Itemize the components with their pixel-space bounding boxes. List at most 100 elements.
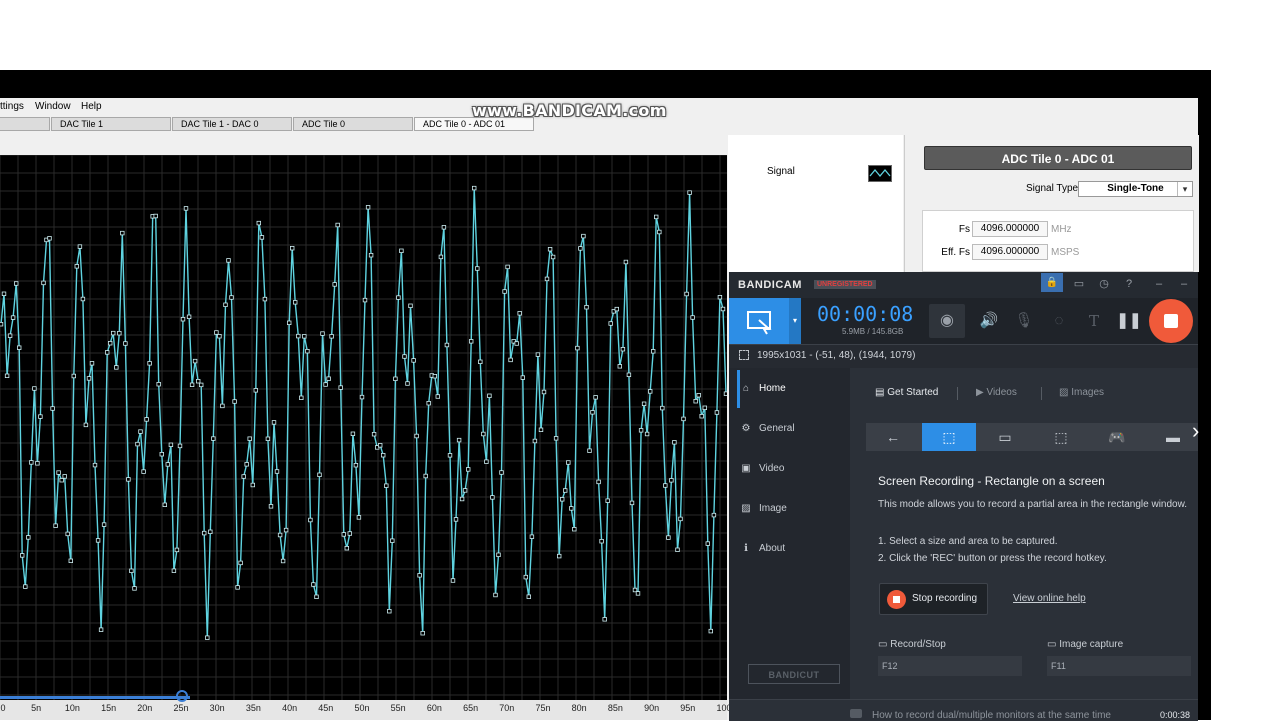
data-point — [71, 373, 76, 379]
data-point — [147, 361, 152, 366]
data-point — [423, 473, 428, 479]
data-point — [623, 259, 629, 265]
x-tick-label: 5n — [31, 703, 42, 713]
fs-field[interactable]: 4096.000000 — [972, 221, 1048, 237]
data-point — [450, 578, 456, 583]
x-tick-label: 25n — [173, 703, 189, 713]
data-point — [53, 523, 58, 528]
data-point — [638, 428, 644, 433]
tab-dac-tile-1-dac-0[interactable]: DAC Tile 1 - DAC 0 — [172, 117, 292, 131]
signal-type-select[interactable]: Single-Tone — [1078, 181, 1193, 197]
data-point — [368, 253, 374, 258]
data-point — [268, 504, 274, 509]
clock-icon[interactable]: ◷ — [1094, 276, 1114, 292]
data-point — [159, 451, 164, 457]
webcam-icon[interactable]: ◉ — [929, 304, 965, 338]
waveform-icon[interactable] — [868, 165, 892, 182]
chevron-down-icon[interactable]: ▾ — [789, 298, 801, 344]
text-icon[interactable]: T — [1081, 308, 1107, 334]
data-point — [535, 352, 541, 357]
data-point — [720, 306, 726, 312]
data-point — [35, 461, 40, 466]
chevron-right-icon[interactable]: › — [1192, 418, 1199, 444]
pause-icon[interactable]: ❚❚ — [1116, 308, 1142, 334]
data-point — [435, 394, 440, 399]
data-point — [353, 462, 359, 468]
tab-videos[interactable]: ▶ Videos — [976, 387, 1017, 398]
stop-record-button[interactable] — [1149, 299, 1193, 343]
data-point — [250, 482, 255, 488]
hotkey-record-field[interactable]: F12 — [878, 656, 1022, 676]
time-domain-plot — [0, 155, 727, 700]
data-point — [487, 393, 492, 398]
speaker-icon[interactable]: 🔊 — [976, 308, 1002, 334]
sidebar-item-image[interactable]: ▨ Image — [739, 503, 787, 514]
data-point — [226, 258, 231, 263]
help-icon[interactable]: ? — [1119, 276, 1139, 292]
folder-icon[interactable]: ▭ — [1069, 276, 1089, 292]
back-arrow-icon[interactable]: ← — [866, 423, 920, 451]
close-icon[interactable]: – — [1174, 276, 1194, 292]
data-point — [126, 477, 131, 482]
sampling-box — [922, 210, 1194, 272]
plot-scrollbar[interactable] — [0, 696, 190, 699]
data-point — [16, 345, 22, 350]
data-point — [581, 233, 586, 239]
data-point — [523, 574, 528, 580]
menu-settings[interactable]: ttings — [0, 101, 24, 112]
sidebar-item-video[interactable]: ▣ Video — [739, 463, 784, 474]
x-tick-label: 65n — [463, 703, 479, 713]
plot-scroll-handle[interactable] — [176, 690, 188, 702]
stop-recording-label: Stop recording — [912, 593, 978, 604]
tab-get-started[interactable]: ▤ Get Started — [875, 387, 938, 398]
data-point — [362, 297, 368, 303]
fullscreen-mode-icon[interactable]: ▭ — [978, 423, 1032, 451]
x-tick-label: 20n — [137, 703, 153, 713]
data-point — [129, 568, 134, 573]
sidebar-item-general[interactable]: ⚙ General — [739, 423, 795, 434]
status-message[interactable]: How to record dual/multiple monitors at … — [872, 710, 1111, 721]
lock-icon[interactable]: 🔒 — [1041, 273, 1063, 292]
eff-fs-field[interactable]: 4096.000000 — [972, 244, 1048, 260]
online-help-link[interactable]: View online help — [1013, 593, 1086, 604]
sidebar-item-about[interactable]: ℹ About — [739, 543, 785, 554]
video-icon: ▣ — [741, 463, 751, 474]
gamepad-icon[interactable]: 🎮 — [1090, 423, 1144, 451]
menu-window[interactable]: Window — [35, 101, 71, 112]
eff-fs-unit: MSPS — [1051, 247, 1080, 258]
data-point — [132, 586, 137, 591]
data-point — [50, 406, 55, 411]
data-point — [111, 330, 116, 336]
hotkey-capture-field[interactable]: F11 — [1047, 656, 1191, 676]
data-point — [669, 478, 674, 483]
data-point — [0, 321, 4, 327]
rectangle-mode-icon[interactable]: ⬚ — [922, 423, 976, 451]
data-point — [329, 334, 334, 339]
tab-images[interactable]: ▨ Images — [1059, 387, 1104, 398]
microphone-icon[interactable]: 🎙 — [1011, 308, 1037, 334]
data-point — [441, 225, 447, 230]
around-mouse-mode-icon[interactable]: ⬚ — [1034, 423, 1088, 451]
rectangle-mode-button[interactable] — [729, 298, 789, 344]
data-point — [575, 345, 580, 351]
data-point — [296, 333, 301, 339]
data-point — [648, 389, 653, 394]
data-point — [341, 532, 346, 537]
x-axis: 0 5n 10n 15n 20n 25n 30n 35n 40n 45n 50n 55n 60n 65n 7… — [0, 700, 732, 720]
data-point — [311, 582, 316, 587]
tab-dac-tile-1[interactable]: DAC Tile 1 — [51, 117, 171, 131]
data-point — [593, 395, 598, 400]
minimize-icon[interactable]: – — [1149, 276, 1169, 292]
menu-help[interactable]: Help — [81, 101, 102, 112]
data-point — [405, 381, 410, 386]
sidebar-item-home[interactable]: ⌂ Home — [739, 383, 786, 394]
film-icon: ▶ — [976, 387, 987, 398]
bandicut-button[interactable]: BANDICUT — [748, 664, 840, 684]
cursor-effect-icon[interactable]: ◌ — [1046, 308, 1072, 334]
tab-adc-tile-0[interactable]: ADC Tile 0 — [293, 117, 413, 131]
data-point — [672, 440, 677, 445]
tab-previous[interactable] — [0, 117, 50, 131]
chevron-down-icon[interactable]: ▾ — [1177, 182, 1192, 196]
data-point — [696, 392, 701, 398]
signal-panel — [728, 135, 903, 272]
